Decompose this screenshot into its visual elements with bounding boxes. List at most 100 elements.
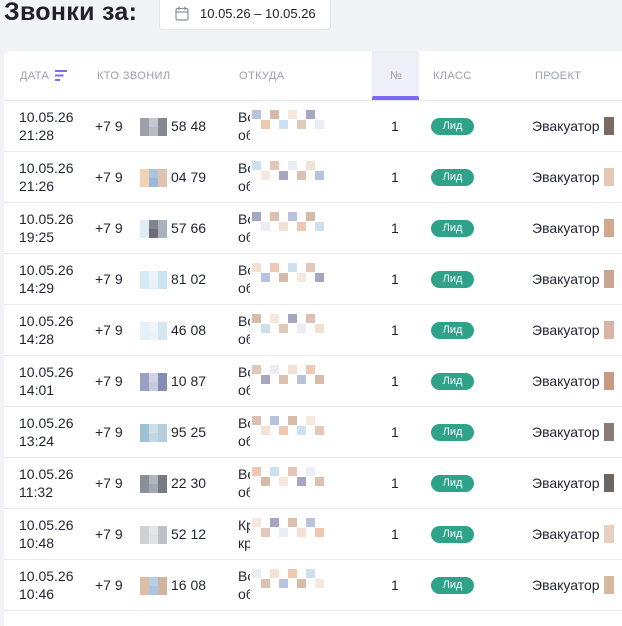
date-range-picker[interactable]: 10.05.26 – 10.05.26 (159, 0, 331, 30)
class-badge[interactable]: Лид (431, 526, 474, 543)
redaction-block (279, 528, 288, 537)
redaction-block (140, 433, 149, 442)
table-row[interactable]: 10.05.26 14:01 +7 9 10 87 Во об 1 Лид Эвакуатор (4, 356, 622, 407)
redaction-block (261, 375, 270, 384)
redaction-block (288, 314, 297, 323)
column-source[interactable]: ОТКУДА (239, 70, 285, 82)
table-row[interactable]: 10.05.26 13:24 +7 9 95 25 Во об 1 Лид Эвакуатор (4, 407, 622, 458)
caller-phone-prefix: +7 9 (95, 169, 123, 185)
redaction-block (288, 365, 297, 374)
class-badge[interactable]: Лид (431, 322, 474, 339)
redaction-block (149, 118, 158, 127)
call-number: 1 (391, 169, 399, 185)
redaction-block (306, 569, 315, 578)
class-badge[interactable]: Лид (431, 271, 474, 288)
redaction-block (261, 426, 270, 435)
redaction-block (306, 518, 315, 527)
redaction-block (297, 222, 306, 231)
redaction-block (149, 526, 158, 535)
column-project[interactable]: ПРОЕКТ (535, 70, 581, 82)
column-class[interactable]: КЛАСС (433, 70, 472, 82)
table-row[interactable]: 10.05.26 19:25 +7 9 57 66 Во об 1 Лид Эвакуатор (4, 203, 622, 254)
call-time: 19:25 (19, 229, 55, 245)
redaction-block (315, 426, 324, 435)
call-time: 21:26 (19, 178, 55, 194)
column-date[interactable]: ДАТА (20, 70, 49, 82)
redaction-block (261, 273, 270, 282)
caller-phone-suffix: 22 30 (171, 475, 207, 491)
redaction-block (252, 161, 261, 170)
column-caller[interactable]: КТО ЗВОНИЛ (97, 70, 171, 82)
redaction-block (252, 365, 261, 374)
table-row[interactable]: 10.05.26 11:32 +7 9 22 30 Во об 1 Лид Эвакуатор (4, 458, 622, 509)
redaction-block (306, 212, 315, 221)
table-row[interactable]: 10.05.26 14:28 +7 9 46 08 Во об 1 Лид Эвакуатор (4, 305, 622, 356)
caller-phone-prefix: +7 9 (95, 424, 123, 440)
redaction-block (158, 526, 167, 535)
sort-icon[interactable] (55, 70, 67, 81)
call-datetime: 10.05.26 13:24 (19, 414, 74, 450)
redaction-block (297, 579, 306, 588)
redaction-block (158, 484, 167, 493)
redaction-block (252, 416, 261, 425)
redaction-block (297, 375, 306, 384)
redaction-block (252, 569, 261, 578)
redaction-block (140, 280, 149, 289)
call-time: 14:29 (19, 280, 55, 296)
class-badge[interactable]: Лид (431, 169, 474, 186)
redaction-block (270, 161, 279, 170)
redaction-block (288, 467, 297, 476)
redaction-block (270, 365, 279, 374)
redaction-block (158, 322, 167, 331)
class-badge[interactable]: Лид (431, 424, 474, 441)
call-datetime: 10.05.26 11:32 (19, 465, 74, 501)
page-title: Звонки за: (4, 0, 138, 26)
class-badge[interactable]: Лид (431, 118, 474, 135)
redaction-block (306, 161, 315, 170)
redaction-block (149, 382, 158, 391)
table-row[interactable]: 10.05.26 10:46 +7 9 16 08 Во об 1 Лид Эвакуатор (4, 560, 622, 611)
call-date: 10.05.26 (19, 415, 74, 431)
caller-phone-suffix: 10 87 (171, 373, 207, 389)
caller-phone-prefix: +7 9 (95, 271, 123, 287)
redaction-block (288, 569, 297, 578)
table-row[interactable]: 10.05.26 21:26 +7 9 04 79 Во об 1 Лид Эвакуатор (4, 152, 622, 203)
call-number: 1 (391, 118, 399, 134)
page-header: Звонки за: 10.05.26 – 10.05.26 (0, 0, 622, 50)
table-row[interactable]: 10.05.26 21:28 +7 9 58 48 Во об 1 Лид Эвакуатор (4, 101, 622, 152)
redaction-block (315, 579, 324, 588)
caller-phone-prefix: +7 9 (95, 118, 123, 134)
class-badge[interactable]: Лид (431, 220, 474, 237)
redaction-block (315, 375, 324, 384)
redaction-block (261, 171, 270, 180)
redaction-block (149, 127, 158, 136)
column-number[interactable]: № (390, 70, 402, 82)
call-date: 10.05.26 (19, 109, 74, 125)
call-number: 1 (391, 373, 399, 389)
redaction-block (140, 271, 149, 280)
table-row[interactable]: 10.05.26 10:48 +7 9 52 12 Кр кр 1 Лид Эвакуатор (4, 509, 622, 560)
redaction-block (315, 120, 324, 129)
redaction-block (158, 127, 167, 136)
redaction-block (279, 222, 288, 231)
call-date: 10.05.26 (19, 568, 74, 584)
redaction-block (158, 280, 167, 289)
redaction-block (140, 220, 149, 229)
caller-phone-suffix: 95 25 (171, 424, 207, 440)
redaction-block (252, 110, 261, 119)
redaction-block (158, 331, 167, 340)
class-badge[interactable]: Лид (431, 475, 474, 492)
class-badge[interactable]: Лид (431, 373, 474, 390)
caller-phone-prefix: +7 9 (95, 475, 123, 491)
caller-phone-suffix: 81 02 (171, 271, 207, 287)
call-number: 1 (391, 526, 399, 542)
call-date: 10.05.26 (19, 364, 74, 380)
project-name: Эвакуатор (532, 475, 600, 491)
redaction-block (149, 586, 158, 595)
redaction-block (297, 324, 306, 333)
class-badge[interactable]: Лид (431, 577, 474, 594)
redaction-block (297, 528, 306, 537)
redaction-block (140, 169, 149, 178)
table-row[interactable]: 10.05.26 14:29 +7 9 81 02 Во об 1 Лид Эвакуатор (4, 254, 622, 305)
call-time: 13:24 (19, 433, 55, 449)
